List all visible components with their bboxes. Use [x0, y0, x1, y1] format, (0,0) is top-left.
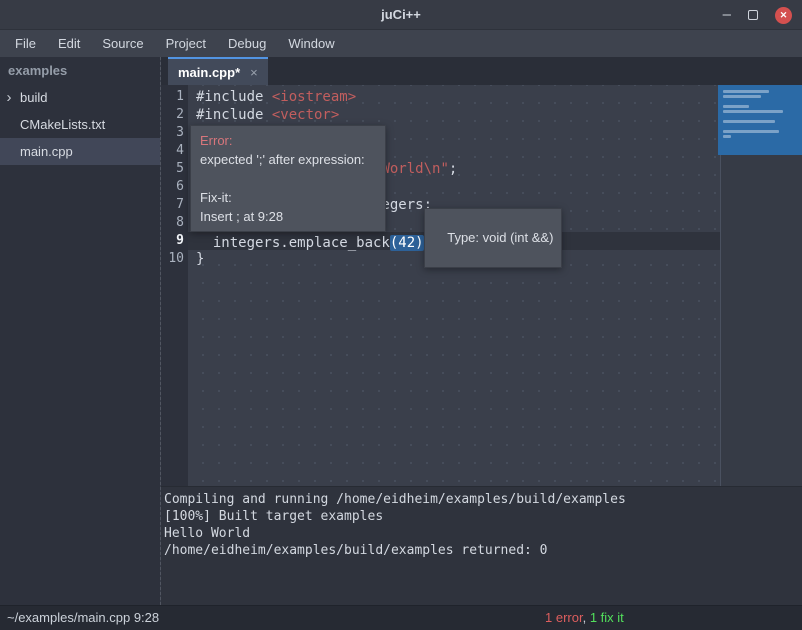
tab-label: main.cpp* — [178, 65, 240, 80]
diagnostic-tooltip-body: Error:expected ';' after expression: Fix… — [200, 131, 376, 226]
output-panel[interactable]: Compiling and running /home/eidheim/exam… — [161, 486, 802, 605]
chevron-right-icon: › — [0, 84, 18, 111]
code-line: } — [196, 250, 204, 268]
cursor-location: ~/examples/main.cpp 9:28 — [7, 606, 159, 630]
tree-item-label: build — [20, 84, 47, 111]
fixit-count: 1 fix it — [590, 610, 624, 625]
menu-bar: FileEditSourceProjectDebugWindow — [0, 30, 802, 57]
menu-item-debug[interactable]: Debug — [217, 30, 277, 57]
juci-window: juCi++ – ✕ FileEditSourceProjectDebugWin… — [0, 0, 802, 630]
tab-bar: main.cpp* × — [161, 57, 802, 85]
menu-item-window[interactable]: Window — [277, 30, 345, 57]
minimap-line — [723, 105, 749, 108]
code-text: (42) — [390, 235, 424, 251]
line-number: 7 — [161, 196, 184, 214]
output-lines: Compiling and running /home/eidheim/exam… — [164, 491, 802, 559]
menu-item-project[interactable]: Project — [155, 30, 217, 57]
status-bar: ~/examples/main.cpp 9:28 1 error, 1 fix … — [0, 605, 802, 630]
output-line: Compiling and running /home/eidheim/exam… — [164, 491, 802, 508]
output-line: [100%] Built target examples — [164, 508, 802, 525]
line-number: 2 — [161, 106, 184, 124]
line-number: 8 — [161, 214, 184, 232]
line-number: 3 — [161, 124, 184, 142]
minimap-line — [723, 110, 783, 113]
close-icon[interactable]: ✕ — [775, 7, 792, 24]
file-tree: ›buildCMakeLists.txtmain.cpp — [0, 84, 160, 165]
line-number: 5 — [161, 160, 184, 178]
error-count: 1 error — [545, 610, 583, 625]
minimap-line — [723, 95, 761, 98]
close-glyph: ✕ — [780, 10, 788, 21]
line-number: 6 — [161, 178, 184, 196]
minimap[interactable] — [718, 85, 802, 155]
code-text: } — [196, 251, 204, 267]
minimap-line — [723, 130, 779, 133]
code-text: <iostream> — [272, 89, 356, 105]
tooltip-line: Insert ; at 9:28 — [200, 207, 376, 226]
code-text: #include — [196, 89, 272, 105]
tree-item-label: main.cpp — [20, 138, 73, 165]
code-text: ; — [449, 161, 457, 177]
tree-item-build[interactable]: ›build — [0, 84, 160, 111]
type-tooltip: Type: void (int &&) — [424, 208, 562, 268]
code-text: integers.emplace_back — [196, 235, 390, 251]
tooltip-line: expected ';' after expression: — [200, 150, 376, 169]
minimap-line — [723, 120, 775, 123]
minimap-line — [723, 135, 731, 138]
window-controls: – ✕ — [723, 0, 792, 30]
line-number: 1 — [161, 88, 184, 106]
tab-main-cpp[interactable]: main.cpp* × — [168, 57, 268, 85]
minimize-icon[interactable]: – — [723, 10, 731, 20]
maximize-icon[interactable] — [748, 10, 758, 20]
window-title: juCi++ — [0, 0, 802, 30]
diagnostics-separator: , — [583, 610, 590, 625]
tab-close-icon[interactable]: × — [250, 65, 258, 80]
minimap-lines — [723, 90, 802, 138]
pane-divider[interactable] — [160, 57, 161, 605]
tooltip-line: Fix-it: — [200, 188, 376, 207]
code-text: #include — [196, 107, 272, 123]
menu-item-edit[interactable]: Edit — [47, 30, 91, 57]
line-number: 4 — [161, 142, 184, 160]
line-number: 9 — [161, 232, 184, 250]
diagnostics-summary: 1 error, 1 fix it — [545, 606, 624, 630]
diagnostic-tooltip: Error:expected ';' after expression: Fix… — [190, 125, 386, 232]
code-line: #include <iostream> — [196, 88, 356, 106]
tree-item-cmakelists.txt[interactable]: CMakeLists.txt — [0, 111, 160, 138]
line-number: 10 — [161, 250, 184, 268]
minimap-line — [723, 90, 769, 93]
code-line: #include <vector> — [196, 106, 339, 124]
tree-item-main.cpp[interactable]: main.cpp — [0, 138, 160, 165]
file-tree-panel[interactable]: examples ›buildCMakeLists.txtmain.cpp — [0, 57, 160, 605]
tree-item-label: CMakeLists.txt — [20, 111, 105, 138]
menu-item-file[interactable]: File — [4, 30, 47, 57]
code-text: <vector> — [272, 107, 339, 123]
titlebar[interactable]: juCi++ – ✕ — [0, 0, 802, 30]
type-tooltip-text: Type: void (int &&) — [447, 230, 553, 245]
output-line: /home/eidheim/examples/build/examples re… — [164, 542, 802, 559]
project-root-label: examples — [0, 57, 160, 84]
menu-item-source[interactable]: Source — [91, 30, 154, 57]
tooltip-line — [200, 169, 376, 188]
output-line: Hello World — [164, 525, 802, 542]
code-line: integers.emplace_back(42) — [196, 232, 426, 250]
tooltip-line: Error: — [200, 131, 376, 150]
